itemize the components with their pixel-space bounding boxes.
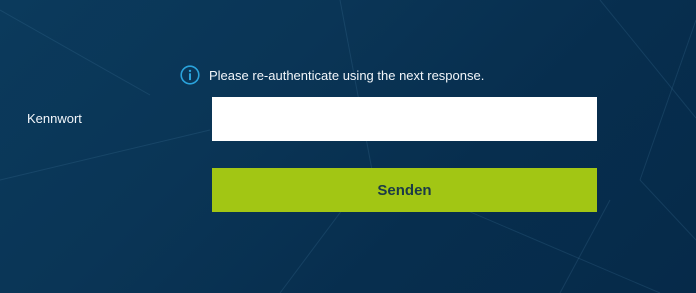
info-icon bbox=[180, 65, 200, 85]
reauth-notice: Please re-authenticate using the next re… bbox=[180, 64, 484, 86]
notice-text: Please re-authenticate using the next re… bbox=[209, 67, 485, 83]
password-input[interactable] bbox=[212, 97, 597, 141]
background-decoration bbox=[0, 0, 696, 293]
password-label: Kennwort bbox=[27, 111, 82, 126]
submit-button[interactable]: Senden bbox=[212, 168, 597, 212]
